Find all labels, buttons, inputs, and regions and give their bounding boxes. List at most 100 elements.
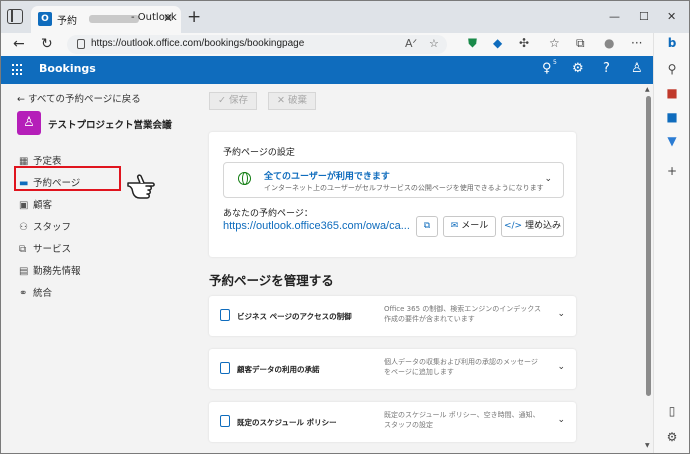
document-icon bbox=[220, 309, 230, 321]
bookings-header: Bookings ♀ 5 ⚙ ? ♙ bbox=[1, 56, 653, 84]
business-info-icon: ▤ bbox=[19, 266, 29, 277]
main-content: ✓ 保存 ✕ 破棄 予約ページの設定 全てのユーザーが利用できます インターネッ… bbox=[191, 84, 653, 453]
notification-count: 5 bbox=[553, 59, 557, 66]
app-launcher-icon[interactable] bbox=[12, 64, 24, 76]
visibility-dropdown[interactable]: 全てのユーザーが利用できます インターネット上のユーザーがセルフサービスの公開ペ… bbox=[223, 162, 564, 198]
scroll-down-icon[interactable]: ▼ bbox=[645, 442, 650, 449]
refresh-icon[interactable]: ↻ bbox=[41, 36, 53, 52]
calendar-policy-icon bbox=[220, 415, 230, 427]
scrollbar[interactable]: ▲ ▼ bbox=[644, 84, 653, 453]
manage-heading: 予約ページを管理する bbox=[209, 273, 334, 288]
pointing-hand-icon bbox=[127, 174, 155, 199]
accordion-description: Office 365 の制御、検索エンジンのインデックス作成の要件が含まれていま… bbox=[384, 305, 542, 323]
favorite-add-icon[interactable]: ☆ bbox=[429, 37, 439, 50]
shopping-icon[interactable]: ■ bbox=[664, 85, 680, 101]
chevron-down-icon: ⌄ bbox=[557, 309, 565, 319]
puzzle-icon[interactable]: ✣ bbox=[519, 36, 529, 50]
chevron-down-icon: ⌄ bbox=[557, 362, 565, 372]
close-window-icon[interactable]: ✕ bbox=[667, 10, 676, 23]
app-name: Bookings bbox=[39, 62, 96, 75]
copy-icon: ⧉ bbox=[423, 221, 431, 231]
nav-item-integrations[interactable]: ⚭ 統合 bbox=[19, 285, 52, 299]
accordion-title: 顧客データの利用の承諾 bbox=[237, 365, 320, 374]
lock-icon bbox=[77, 39, 85, 49]
back-to-booking-pages-link[interactable]: ← すべての予約ページに戻る bbox=[17, 91, 141, 105]
sidebar-toggle-icon[interactable]: ▯ bbox=[664, 403, 680, 419]
discard-label: 破棄 bbox=[287, 95, 307, 106]
help-icon[interactable]: ? bbox=[603, 61, 610, 76]
nav-item-staff[interactable]: ⚇ スタッフ bbox=[19, 219, 71, 233]
embed-button[interactable]: </> 埋め込み bbox=[501, 216, 564, 237]
tab-actions-icon[interactable] bbox=[7, 9, 23, 24]
copy-button[interactable]: ⧉ bbox=[416, 216, 438, 237]
bing-icon[interactable]: b bbox=[664, 35, 680, 51]
nav-item-label: スタッフ bbox=[33, 222, 72, 233]
chevron-down-icon: ⌄ bbox=[557, 415, 565, 425]
scroll-up-icon[interactable]: ▲ bbox=[645, 86, 650, 93]
nav-item-calendar[interactable]: ▦ 予定表 bbox=[19, 153, 62, 167]
settings-icon[interactable]: ⚙ bbox=[572, 61, 584, 76]
tab-strip: O 予約 - Outlook ✕ + — ☐ ✕ bbox=[1, 1, 689, 33]
business-avatar: ♙ bbox=[17, 111, 41, 135]
left-nav: ← すべての予約ページに戻る ♙ テストプロジェクト営業会議 ⌄ ▦ 予定表 ▬ 予… bbox=[1, 84, 191, 453]
discard-button[interactable]: ✕ 破棄 bbox=[268, 92, 316, 110]
settings-icon[interactable]: ⚙ bbox=[664, 429, 680, 445]
nav-item-label: 統合 bbox=[33, 288, 53, 299]
email-button[interactable]: ✉ メール bbox=[443, 216, 496, 237]
minimize-icon[interactable]: — bbox=[609, 10, 620, 23]
integrations-icon: ⚭ bbox=[19, 288, 28, 299]
favorites-icon[interactable]: ☆ bbox=[549, 36, 560, 50]
chevron-down-icon[interactable]: ⌄ bbox=[166, 116, 174, 127]
read-aloud-icon[interactable]: Aᐟ bbox=[405, 37, 417, 50]
browser-tab[interactable]: O 予約 - Outlook ✕ bbox=[31, 6, 181, 33]
office-icon[interactable]: ▼ bbox=[664, 133, 680, 149]
search-icon[interactable]: ⚲ bbox=[664, 61, 680, 77]
nav-item-label: 勤務先情報 bbox=[33, 266, 81, 277]
scrollbar-thumb[interactable] bbox=[646, 96, 651, 396]
visibility-title: 全てのユーザーが利用できます bbox=[264, 172, 390, 182]
browser-toolbar: ← ↻ https://outlook.office.com/bookings/… bbox=[1, 33, 653, 56]
accordion-scheduling-policy[interactable]: 既定のスケジュール ポリシー 既定のスケジュール ポリシー、空き時間、通知、スタ… bbox=[209, 402, 576, 442]
close-tab-icon[interactable]: ✕ bbox=[163, 11, 173, 25]
accordion-access-control[interactable]: ビジネス ページのアクセスの制御 Office 365 の制御、検索エンジンのイ… bbox=[209, 296, 576, 336]
nav-item-customers[interactable]: ▣ 顧客 bbox=[19, 197, 52, 211]
consent-icon bbox=[220, 362, 230, 374]
address-bar[interactable]: https://outlook.office.com/bookings/book… bbox=[67, 35, 447, 54]
more-icon[interactable]: ··· bbox=[631, 36, 642, 50]
business-name: テストプロジェクト営業会議 bbox=[48, 120, 172, 131]
save-label: 保存 bbox=[228, 95, 248, 106]
card-title: 予約ページの設定 bbox=[223, 148, 295, 158]
highlight-box bbox=[14, 166, 121, 191]
booking-page-label: あなたの予約ページ： bbox=[223, 209, 313, 219]
visibility-description: インターネット上のユーザーがセルフサービスの公開ページを使用できるようになります bbox=[264, 184, 544, 192]
globe-icon bbox=[238, 172, 251, 185]
extension-icon[interactable]: ◆ bbox=[493, 36, 502, 50]
mail-icon: ✉ bbox=[450, 221, 459, 231]
booking-page-settings-card: 予約ページの設定 全てのユーザーが利用できます インターネット上のユーザーがセル… bbox=[209, 132, 576, 257]
save-button[interactable]: ✓ 保存 bbox=[209, 92, 257, 110]
new-tab-icon[interactable]: + bbox=[187, 7, 201, 27]
accordion-data-consent[interactable]: 顧客データの利用の承諾 個人データの収集および利用の承認のメッセージをページに追… bbox=[209, 349, 576, 389]
outlook-icon[interactable]: ■ bbox=[664, 109, 680, 125]
email-label: メール bbox=[461, 221, 489, 231]
profile-icon[interactable]: ● bbox=[604, 36, 614, 50]
accordion-title: 既定のスケジュール ポリシー bbox=[237, 418, 337, 427]
nav-item-business-info[interactable]: ▤ 勤務先情報 bbox=[19, 263, 81, 277]
maximize-icon[interactable]: ☐ bbox=[639, 10, 649, 23]
add-icon[interactable]: + bbox=[664, 163, 680, 179]
back-arrow-icon[interactable]: ← bbox=[13, 36, 25, 52]
nav-item-label: サービス bbox=[33, 244, 72, 255]
booking-page-url[interactable]: https://outlook.office365.com/owa/ca... bbox=[223, 220, 413, 232]
shield-icon[interactable]: ⛊ bbox=[468, 36, 477, 51]
accordion-description: 個人データの収集および利用の承認のメッセージをページに追加します bbox=[384, 358, 538, 376]
accordion-description: 既定のスケジュール ポリシー、空き時間、通知、スタッフの設定 bbox=[384, 411, 540, 429]
nav-item-services[interactable]: ⧉ サービス bbox=[19, 241, 71, 255]
notification-icon[interactable]: ♀ bbox=[542, 61, 552, 76]
chevron-down-icon: ⌄ bbox=[544, 174, 552, 184]
tab-title-prefix: 予約 bbox=[57, 16, 77, 27]
account-icon[interactable]: ♙ bbox=[631, 61, 643, 76]
services-icon: ⧉ bbox=[19, 244, 27, 255]
embed-label: 埋め込み bbox=[524, 221, 561, 231]
url-text: https://outlook.office.com/bookings/book… bbox=[91, 38, 305, 49]
collections-icon[interactable]: ⧉ bbox=[576, 36, 585, 51]
